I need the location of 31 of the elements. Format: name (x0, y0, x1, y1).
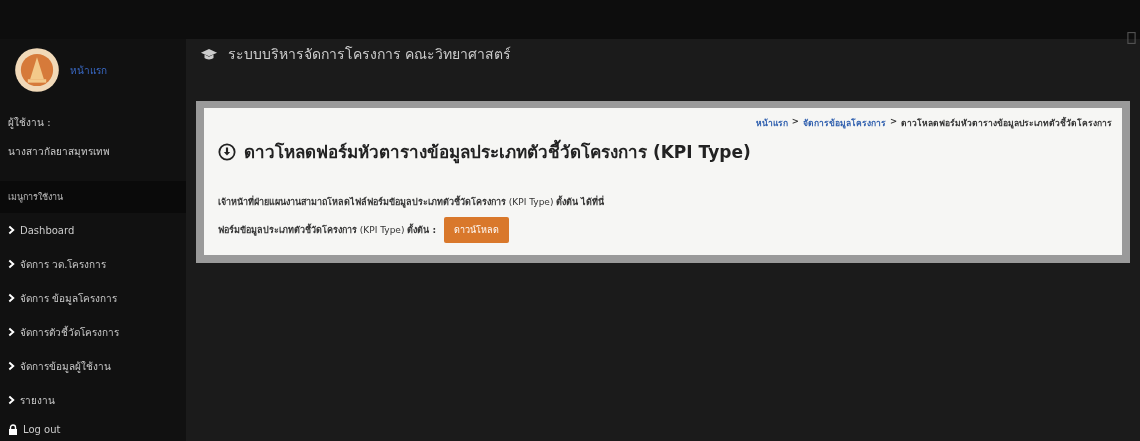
menu-item[interactable]: จัดการ ข้อมูลโครงการ (0, 281, 186, 315)
page-title: ดาวโหลดฟอร์มหัวตารางข้อมูลประเภทตัวชี้วัดโครงการ (KPI Type) (244, 138, 751, 165)
chevron-icon (8, 293, 15, 303)
breadcrumb-link[interactable]: จัดการข้อมูลโครงการ (802, 116, 886, 130)
menu-item[interactable]: รายงาน (0, 383, 186, 417)
chevron-icon (8, 259, 15, 269)
chevron-icon (8, 225, 15, 235)
description-text: เจ้าหน้าที่ฝ่ายแผนงานสามาถโหลดไฟล์ฟอร์มข้อมูลประเภทตัวชี้วัดโครงการ (KPI Type) ตั้งต้น ได้ที่นี่ (218, 195, 606, 209)
user-name: นางสาวกัลยาสมุทรเทพ (7, 145, 111, 159)
download-label: ฟอร์มข้อมูลประเภทตัวชี้วัดโครงการ (KPI Type) ตั้งต้น : (218, 223, 436, 237)
seal-logo (14, 47, 60, 93)
logout-link[interactable]: Log out (0, 417, 186, 441)
menu-item[interactable]: จัดการข้อมูลผู้ใช้งาน (0, 349, 186, 383)
home-link[interactable]: หน้าแรก (70, 62, 107, 78)
menu-item[interactable]: จัดการ วด.โครงการ (0, 247, 186, 281)
user-label: ผู้ใช้งาน : (7, 116, 52, 130)
download-circle-icon (218, 142, 236, 161)
lock-icon (8, 423, 18, 435)
graduation-cap-icon (200, 47, 218, 61)
breadcrumb-separator: > (889, 116, 897, 128)
breadcrumb-current: ดาวโหลดฟอร์มหัวตารางข้อมูลประเภทตัวชี้วัดโครงการ (901, 116, 1112, 130)
chevron-icon (8, 327, 15, 337)
breadcrumb-separator: > (791, 116, 799, 128)
chevron-icon (8, 361, 15, 371)
chevron-icon (8, 395, 15, 405)
window-icon[interactable] (1127, 31, 1136, 45)
breadcrumb-link[interactable]: หน้าแรก (755, 116, 788, 130)
menu-item[interactable]: จัดการตัวชี้วัดโครงการ (0, 315, 186, 349)
menu-item[interactable]: Dashboard (0, 213, 186, 247)
menu-heading: เมนูการใช้งาน (0, 181, 186, 213)
app-title: ระบบบริหารจัดการโครงการ คณะวิทยาศาสตร์ (228, 45, 512, 64)
